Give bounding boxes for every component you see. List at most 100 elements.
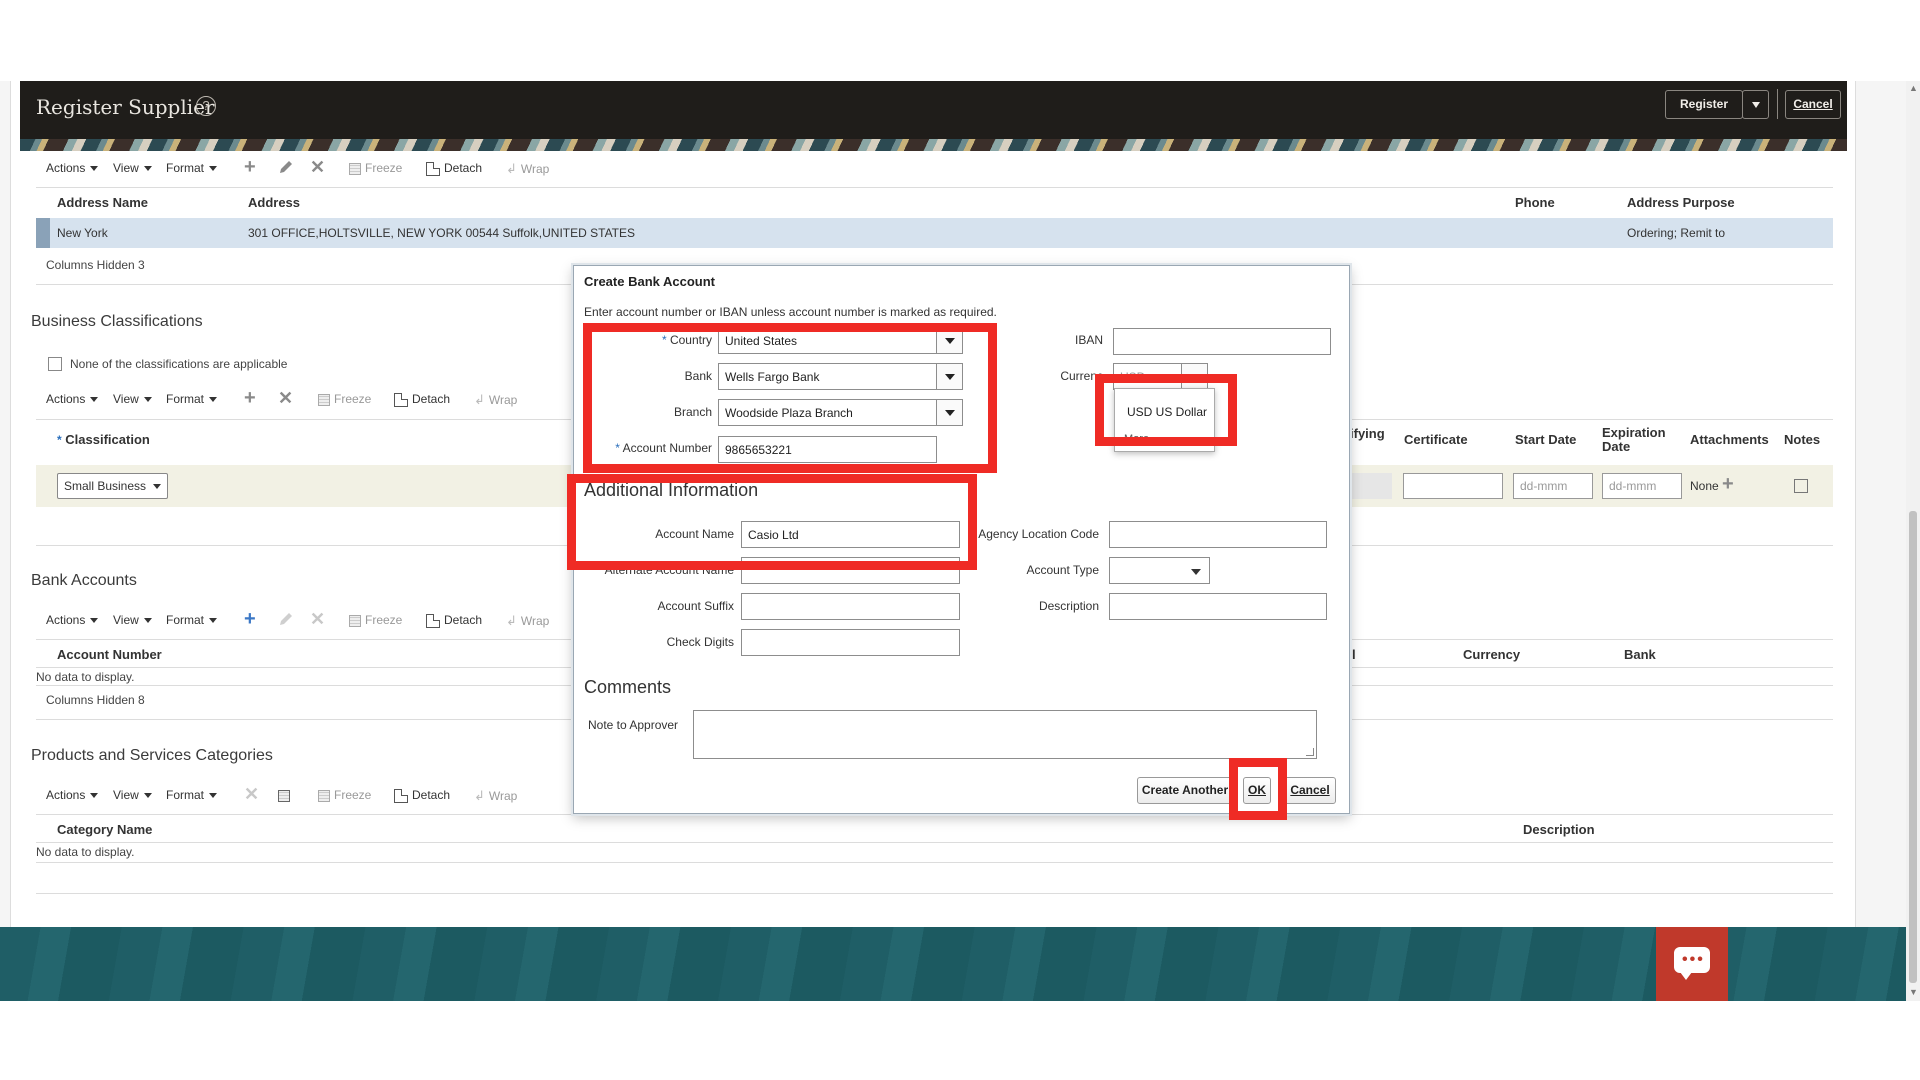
create-another-button[interactable]: Create Another — [1137, 777, 1233, 804]
column-header: ifying — [1350, 426, 1385, 441]
format-menu[interactable]: Format — [166, 392, 218, 406]
pencil-icon — [278, 611, 294, 630]
start-date-input[interactable]: dd-mmm — [1513, 473, 1593, 499]
view-menu[interactable]: View — [113, 392, 152, 406]
chat-button[interactable]: ••• — [1656, 927, 1728, 1001]
view-menu[interactable]: View — [113, 613, 152, 627]
detach-button[interactable]: Detach — [426, 161, 482, 176]
column-header: Start Date — [1515, 432, 1577, 447]
table-divider — [36, 862, 1833, 863]
column-header: * Classification — [57, 432, 150, 447]
header-cancel-button[interactable]: Cancel — [1785, 90, 1841, 119]
freeze-button[interactable]: Freeze — [318, 392, 371, 406]
iban-label: IBAN — [1074, 333, 1103, 347]
classification-select[interactable]: Small Business — [57, 473, 168, 499]
view-menu[interactable]: View — [113, 788, 152, 802]
no-data-label: No data to display. — [36, 670, 135, 684]
plus-icon[interactable]: + — [244, 157, 256, 177]
plus-icon[interactable]: + — [244, 388, 256, 408]
resize-handle[interactable] — [1306, 748, 1314, 756]
pencil-icon[interactable] — [278, 159, 294, 178]
highlight-account-name — [567, 474, 977, 570]
format-menu[interactable]: Format — [166, 788, 218, 802]
iban-input[interactable] — [1113, 328, 1331, 355]
dialog-cancel-button[interactable]: Cancel — [1284, 777, 1336, 804]
register-button[interactable]: Register — [1665, 90, 1743, 119]
delete-icon[interactable]: ✕ — [278, 389, 293, 407]
scroll-down-icon[interactable]: ▼ — [1909, 987, 1918, 997]
wrap-button[interactable]: ↲ Wrap — [474, 788, 517, 804]
address-name-cell: New York — [57, 226, 108, 240]
detach-button[interactable]: Detach — [426, 613, 482, 628]
dialog-instruction: Enter account number or IBAN unless acco… — [584, 305, 997, 319]
freeze-button[interactable]: Freeze — [318, 788, 371, 802]
dialog-title: Create Bank Account — [584, 274, 715, 289]
check-digits-input[interactable] — [741, 629, 960, 656]
column-header: Bank — [1624, 647, 1656, 662]
wrap-icon: ↲ — [506, 613, 517, 628]
scrollbar-thumb[interactable] — [1909, 511, 1917, 983]
account-type-select[interactable] — [1109, 557, 1210, 584]
description-input[interactable] — [1109, 593, 1327, 620]
format-menu[interactable]: Format — [166, 613, 218, 627]
highlight-currency-option — [1095, 374, 1237, 446]
chevron-down-icon — [1751, 101, 1760, 108]
actions-menu[interactable]: Actions — [46, 392, 99, 406]
column-header: Address — [248, 195, 301, 210]
note-to-approver-label: Note to Approver — [588, 718, 679, 732]
chevron-down-icon — [209, 793, 218, 799]
chevron-down-icon — [209, 618, 218, 624]
freeze-button[interactable]: Freeze — [349, 161, 402, 175]
register-menu-button[interactable] — [1742, 90, 1769, 119]
table-divider — [36, 814, 1833, 815]
wrap-icon: ↲ — [506, 161, 517, 176]
attachment-add-icon[interactable]: + — [1722, 474, 1734, 494]
view-menu[interactable]: View — [113, 161, 152, 175]
chevron-down-icon — [90, 793, 99, 799]
delete-icon: ✕ — [244, 784, 260, 804]
actions-menu[interactable]: Actions — [46, 613, 99, 627]
certificate-input[interactable] — [1403, 473, 1503, 499]
bank-accounts-toolbar: Actions View Format + ✕ Freeze Detach ↲ W… — [46, 609, 646, 633]
wrap-button[interactable]: ↲ Wrap — [506, 613, 549, 629]
check-digits-label: Check Digits — [666, 635, 734, 649]
footer-band — [0, 927, 1906, 1001]
delete-icon[interactable]: ✕ — [310, 158, 325, 176]
wrap-icon: ↲ — [474, 788, 485, 803]
notes-edit-icon[interactable] — [1794, 479, 1808, 493]
none-applicable-checkbox[interactable] — [48, 357, 62, 371]
description-label: Description — [1038, 599, 1099, 613]
column-header: Address Name — [57, 195, 149, 210]
column-header: Phone — [1515, 195, 1555, 210]
help-icon[interactable]: ? — [196, 96, 216, 116]
column-header: l — [1352, 647, 1356, 662]
classifications-toolbar: Actions View Format + ✕ Freeze Detach ↲ W… — [46, 388, 646, 412]
freeze-icon — [318, 789, 330, 802]
agency-location-code-input[interactable] — [1109, 521, 1327, 548]
column-header: Account Number — [57, 647, 162, 662]
detach-button[interactable]: Detach — [394, 788, 450, 803]
columns-hidden-label: Columns Hidden 8 — [46, 693, 145, 707]
freeze-button[interactable]: Freeze — [349, 613, 402, 627]
wrap-icon: ↲ — [474, 392, 485, 407]
wrap-button[interactable]: ↲ Wrap — [474, 392, 517, 408]
format-menu[interactable]: Format — [166, 161, 218, 175]
no-data-label: No data to display. — [36, 845, 135, 859]
account-suffix-input[interactable] — [741, 593, 960, 620]
actions-menu[interactable]: Actions — [46, 788, 99, 802]
wrap-button[interactable]: ↲ Wrap — [506, 161, 549, 177]
add-category-icon[interactable] — [278, 788, 290, 802]
note-to-approver-textarea[interactable] — [693, 710, 1317, 759]
highlight-bank-fields — [583, 323, 997, 473]
actions-menu[interactable]: Actions — [46, 161, 99, 175]
column-header: Address Purpose — [1627, 195, 1735, 210]
vertical-scrollbar[interactable]: ▲ ▼ — [1906, 81, 1920, 1001]
scroll-up-icon[interactable]: ▲ — [1909, 83, 1918, 93]
page-header: Register Supplier ? Register Cancel — [20, 81, 1847, 139]
page-title: Register Supplier — [36, 95, 215, 119]
detach-button[interactable]: Detach — [394, 392, 450, 407]
expiration-date-input[interactable]: dd-mmm — [1602, 473, 1682, 499]
chevron-down-icon — [209, 397, 218, 403]
detach-icon — [394, 392, 408, 407]
plus-icon[interactable]: + — [244, 609, 256, 629]
